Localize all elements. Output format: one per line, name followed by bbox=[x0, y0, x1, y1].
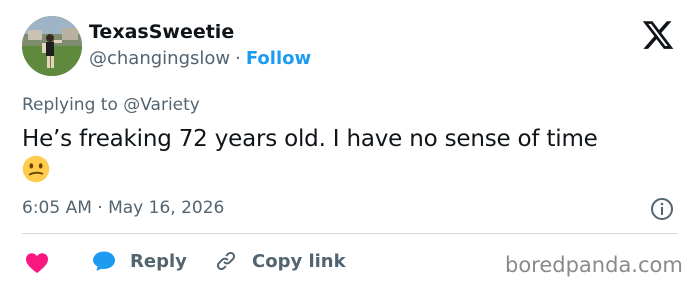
confused-face-emoji bbox=[22, 155, 50, 183]
display-name[interactable]: TexasSweetie bbox=[89, 20, 234, 44]
copy-link-button[interactable]: Copy link bbox=[214, 246, 346, 276]
reply-bubble-icon bbox=[93, 251, 115, 271]
follow-button[interactable]: Follow bbox=[246, 48, 311, 69]
x-logo-icon[interactable] bbox=[640, 18, 676, 52]
reply-label: Reply bbox=[130, 250, 187, 272]
replying-to[interactable]: Replying to @Variety bbox=[22, 93, 200, 117]
divider bbox=[22, 233, 678, 234]
link-icon bbox=[216, 251, 236, 271]
user-handle[interactable]: @changingslow bbox=[89, 48, 230, 69]
tweet-text: He’s freaking 72 years old. I have no se… bbox=[22, 126, 598, 152]
watermark: boredpanda.com bbox=[505, 253, 683, 277]
heart-icon[interactable] bbox=[25, 252, 49, 274]
info-icon[interactable] bbox=[650, 197, 674, 221]
separator: · bbox=[235, 48, 241, 69]
avatar-photo bbox=[22, 16, 82, 76]
tweet-body: He’s freaking 72 years old. I have no se… bbox=[22, 123, 682, 187]
tweet-card: TexasSweetie @changingslow · Follow Replyi… bbox=[0, 0, 700, 287]
reply-button[interactable]: Reply bbox=[92, 246, 187, 276]
timestamp[interactable]: 6:05 AM · May 16, 2026 bbox=[22, 196, 224, 220]
avatar[interactable] bbox=[22, 16, 82, 76]
handle-row: @changingslow · Follow bbox=[89, 47, 311, 71]
copy-link-label: Copy link bbox=[252, 250, 346, 272]
